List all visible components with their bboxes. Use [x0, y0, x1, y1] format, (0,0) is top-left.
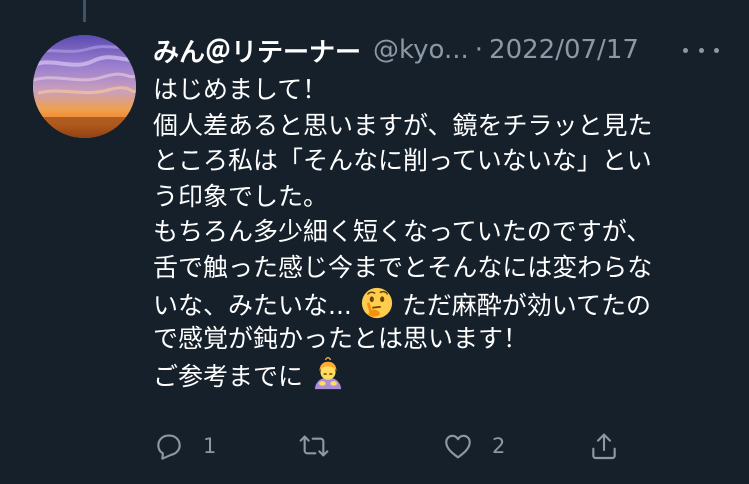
tweet-text-line: 舌で触った感じ今までとそんなには変わらな: [153, 252, 653, 282]
tweet-text-line: はじめまして！: [153, 75, 328, 104]
reply-button[interactable]: 1: [153, 428, 216, 464]
avatar[interactable]: [33, 35, 136, 138]
action-bar: 1 2: [153, 428, 623, 464]
reply-count: 1: [203, 434, 217, 458]
thread-connector-line: [83, 0, 86, 22]
tweet-text-segment: ただ麻酔が効いてたの: [401, 290, 652, 320]
tweet-text-line: 個人差あると思いますが、鏡をチラッと見た: [153, 110, 653, 140]
heart-icon: [445, 434, 471, 459]
tweet-text-line: いな、みたいな... ただ麻酔が効いてたの: [153, 286, 723, 322]
share-button[interactable]: [588, 428, 620, 464]
tweet-header: みん＠リテーナー @kyo... · 2022/07/17: [153, 32, 639, 68]
retweet-button[interactable]: [297, 428, 349, 464]
tweet-text-line: もちろん多少細く短くなっていたのですが、: [153, 217, 652, 247]
retweet-icon: [299, 435, 329, 457]
like-button[interactable]: 2: [442, 428, 505, 464]
tweet-text-line: ところ私は「そんなに削っていないな」とい: [153, 146, 652, 176]
tweet-date[interactable]: 2022/07/17: [489, 35, 639, 65]
tweet-text-segment: ご参考までに: [153, 361, 304, 391]
thinking-face-emoji-icon: [361, 287, 392, 318]
display-name[interactable]: みん＠リテーナー: [153, 32, 361, 69]
tweet-text-line: ご参考までに: [153, 356, 723, 393]
user-handle[interactable]: @kyo...: [373, 35, 469, 65]
separator-dot: ·: [474, 35, 484, 65]
share-icon: [592, 433, 616, 460]
tweet-text-line: う印象でした。: [153, 181, 329, 211]
more-options-icon[interactable]: [683, 38, 719, 62]
tweet-text-segment: いな、みたいな...: [153, 290, 352, 320]
tweet[interactable]: みん＠リテーナー @kyo... · 2022/07/17 はじめまして！ 個人…: [0, 0, 749, 484]
person-bowing-emoji-icon: [314, 356, 342, 389]
tweet-text-line: で感覚が鈍かったとは思います！: [153, 324, 529, 354]
reply-icon: [157, 434, 181, 460]
like-count: 2: [492, 434, 506, 458]
tweet-text: はじめまして！ 個人差あると思いますが、鏡をチラッと見た ところ私は「そんなに削…: [153, 72, 723, 392]
